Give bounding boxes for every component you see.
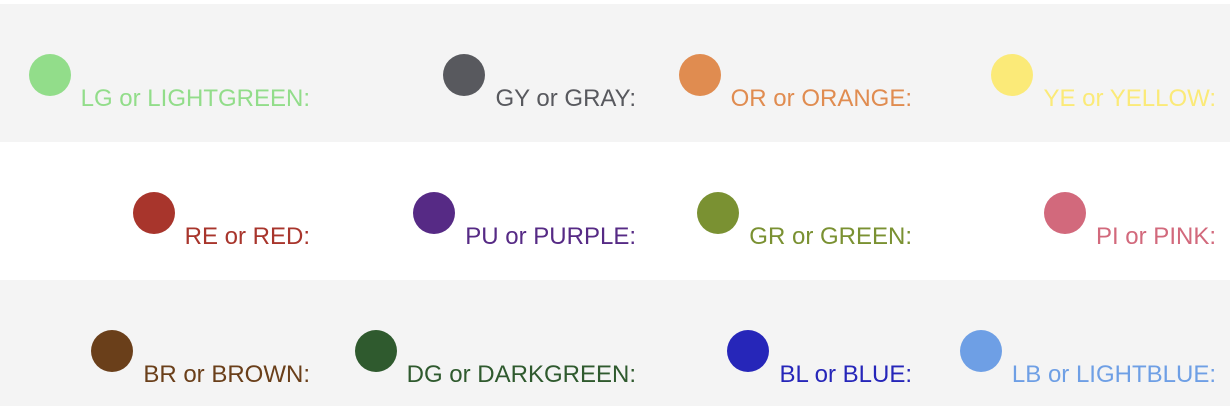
red-dot-icon [133,192,175,234]
legend-label-lightblue: LB or LIGHTBLUE: [1011,361,1216,388]
legend-label-gray: GY or GRAY: [495,85,637,112]
legend-label-orange: OR or ORANGE: [730,85,912,112]
gray-dot-icon [443,54,485,96]
legend-label-darkgreen: DG or DARKGREEN: [406,361,636,388]
green-dot-icon [697,192,739,234]
legend-item-brown: BR or BROWN: [0,280,310,418]
legend-item-yellow: YE or YELLOW: [912,4,1216,142]
legend-label-blue: BL or BLUE: [779,361,912,388]
lightgreen-dot-icon [29,54,71,96]
legend-item-gray: GY or GRAY: [310,4,636,142]
legend-label-yellow: YE or YELLOW: [1043,85,1216,112]
purple-dot-icon [413,192,455,234]
legend-label-brown: BR or BROWN: [143,361,310,388]
legend-item-lightgreen: LG or LIGHTGREEN: [0,4,310,142]
legend-item-darkgreen: DG or DARKGREEN: [310,280,636,418]
legend-item-pink: PI or PINK: [912,142,1216,280]
legend-row-2: RE or RED: PU or PURPLE: GR or GREEN: PI… [0,142,1230,280]
legend-item-orange: OR or ORANGE: [636,4,912,142]
brown-dot-icon [91,330,133,372]
legend-label-lightgreen: LG or LIGHTGREEN: [80,85,310,112]
legend-label-green: GR or GREEN: [749,223,912,250]
legend-label-pink: PI or PINK: [1095,223,1216,250]
legend-row-3: BR or BROWN: DG or DARKGREEN: BL or BLUE… [0,280,1230,406]
legend-item-blue: BL or BLUE: [636,280,912,418]
legend-item-lightblue: LB or LIGHTBLUE: [912,280,1216,418]
pink-dot-icon [1044,192,1086,234]
color-legend: LG or LIGHTGREEN: GY or GRAY: OR or ORAN… [0,0,1230,406]
lightblue-dot-icon [960,330,1002,372]
legend-item-green: GR or GREEN: [636,142,912,280]
blue-dot-icon [727,330,769,372]
legend-label-purple: PU or PURPLE: [465,223,636,250]
darkgreen-dot-icon [355,330,397,372]
legend-row-1: LG or LIGHTGREEN: GY or GRAY: OR or ORAN… [0,4,1230,142]
legend-item-red: RE or RED: [0,142,310,280]
yellow-dot-icon [991,54,1033,96]
orange-dot-icon [679,54,721,96]
legend-item-purple: PU or PURPLE: [310,142,636,280]
legend-label-red: RE or RED: [184,223,310,250]
